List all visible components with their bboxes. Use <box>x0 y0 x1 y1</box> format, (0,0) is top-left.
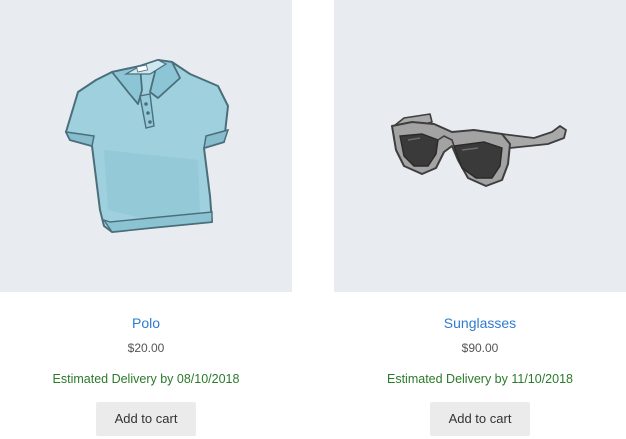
polo-shirt-image <box>64 59 230 233</box>
product-card-polo: Polo $20.00 Estimated Delivery by 08/10/… <box>0 0 292 436</box>
add-to-cart-button-polo[interactable]: Add to cart <box>96 402 196 436</box>
sunglasses-image <box>391 113 567 187</box>
delivery-estimate-sunglasses: Estimated Delivery by 11/10/2018 <box>387 372 573 386</box>
product-price-sunglasses: $90.00 <box>461 341 499 355</box>
add-to-cart-button-sunglasses[interactable]: Add to cart <box>430 402 530 436</box>
product-title-polo[interactable]: Polo <box>0 314 292 332</box>
product-image-link-polo[interactable] <box>0 0 292 292</box>
product-card-sunglasses: Sunglasses $90.00 Estimated Delivery by … <box>334 0 626 436</box>
product-title-sunglasses[interactable]: Sunglasses <box>334 314 626 332</box>
product-image-link-sunglasses[interactable] <box>334 0 626 292</box>
product-price-polo: $20.00 <box>127 341 165 355</box>
delivery-estimate-polo: Estimated Delivery by 08/10/2018 <box>52 372 240 386</box>
